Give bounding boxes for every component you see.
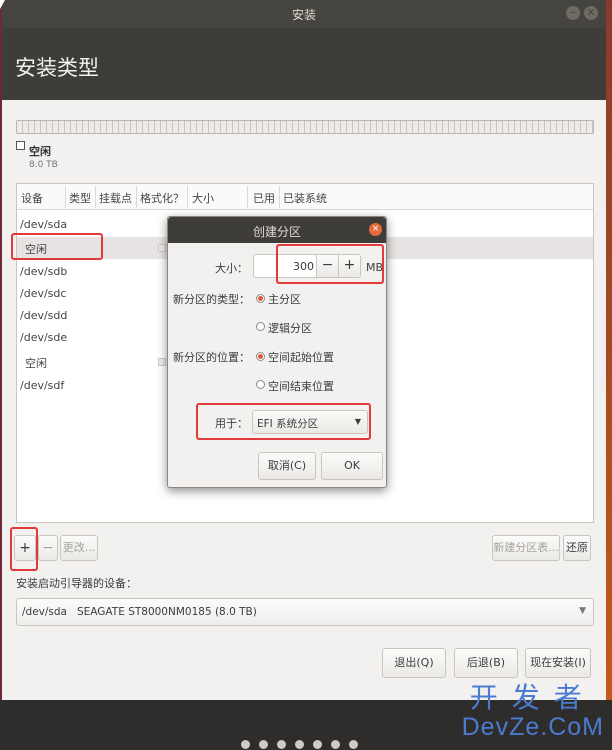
column-size[interactable]: 大小 (192, 190, 214, 206)
screen: 安装 – × 安装类型 空闲 8.0 TB 设备 类型 挂载点 格式化？ 大小 … (0, 0, 612, 750)
boot-device-value: /dev/sda SEAGATE ST8000NM0185 (8.0 TB) (22, 606, 257, 618)
install-now-button[interactable]: 现在安装(I) (525, 648, 591, 678)
row-device: /dev/sde (20, 331, 68, 344)
window-title: 安装 (291, 8, 316, 22)
highlight-size (276, 244, 384, 284)
partition-type-label: 新分区的类型： (173, 293, 250, 306)
column-used[interactable]: 已用 (253, 190, 275, 206)
dialog-titlebar: 创建分区 × (168, 217, 386, 243)
legend-size: 8.0 TB (29, 160, 58, 170)
page-header: 安装类型 (2, 28, 606, 100)
column-device[interactable]: 设备 (21, 190, 43, 206)
close-icon[interactable]: × (369, 223, 382, 236)
highlight-use-as (196, 403, 371, 440)
column-format[interactable]: 格式化？ (140, 190, 184, 206)
watermark-line2: DevZe.CoM (461, 713, 604, 741)
radio-primary-label[interactable]: 主分区 (268, 291, 301, 307)
progress-dot (241, 740, 250, 749)
watermark-line1: 开发者 (469, 681, 596, 714)
progress-dot (313, 740, 322, 749)
remove-partition-button[interactable]: − (38, 535, 58, 561)
legend-name: 空闲 (29, 145, 51, 158)
back-button[interactable]: 后退(B) (454, 648, 518, 678)
progress-dot (349, 740, 358, 749)
highlight-add-button (10, 527, 38, 571)
page-title: 安装类型 (15, 56, 99, 80)
revert-button[interactable]: 还原 (563, 535, 591, 561)
column-os[interactable]: 已装系统 (283, 190, 327, 206)
column-mount[interactable]: 挂载点 (99, 190, 132, 206)
boot-loader-label: 安装启动引导器的设备： (16, 577, 137, 590)
close-icon[interactable]: × (584, 6, 598, 20)
row-device: /dev/sdb (20, 265, 68, 278)
change-partition-button[interactable]: 更改... (60, 535, 98, 561)
row-device: /dev/sda (20, 218, 68, 231)
progress-dots (241, 740, 358, 749)
radio-logical[interactable] (256, 322, 265, 331)
row-device: /dev/sdf (20, 379, 65, 392)
radio-end[interactable] (256, 380, 265, 389)
progress-dot (259, 740, 268, 749)
legend-swatch (16, 141, 25, 150)
progress-dot (277, 740, 286, 749)
desktop-strip-right (606, 0, 612, 700)
radio-logical-label[interactable]: 逻辑分区 (268, 320, 312, 336)
mouse-pointer-icon (0, 0, 5, 9)
dialog-title: 创建分区 (252, 225, 301, 239)
format-checkbox[interactable] (158, 358, 166, 366)
row-device: /dev/sdc (20, 287, 67, 300)
window-titlebar: 安装 – × (2, 0, 606, 28)
table-header: 设备 类型 挂载点 格式化？ 大小 已用 已装系统 (17, 184, 593, 210)
highlight-free-row (11, 233, 103, 260)
ok-button[interactable]: OK (321, 452, 383, 480)
watermark: 开发者 DevZe.CoM (461, 681, 604, 742)
size-label: 大小： (215, 262, 248, 275)
chevron-down-icon: ▼ (579, 606, 586, 616)
format-checkbox[interactable] (158, 244, 166, 252)
radio-start-label[interactable]: 空间起始位置 (268, 349, 334, 365)
new-partition-table-button[interactable]: 新建分区表... (492, 535, 560, 561)
progress-dot (331, 740, 340, 749)
column-type[interactable]: 类型 (69, 190, 91, 206)
row-device: 空闲 (25, 357, 47, 370)
partition-bar (16, 120, 594, 134)
progress-dot (295, 740, 304, 749)
partition-position-label: 新分区的位置： (173, 351, 250, 364)
minimize-icon[interactable]: – (566, 6, 580, 20)
row-device: /dev/sdd (20, 309, 68, 322)
radio-primary[interactable] (256, 294, 265, 303)
radio-start[interactable] (256, 352, 265, 361)
radio-end-label[interactable]: 空间结束位置 (268, 378, 334, 394)
quit-button[interactable]: 退出(Q) (382, 648, 446, 678)
cancel-button[interactable]: 取消(C) (258, 452, 316, 480)
boot-device-select[interactable]: /dev/sda SEAGATE ST8000NM0185 (8.0 TB) ▼ (16, 598, 594, 626)
